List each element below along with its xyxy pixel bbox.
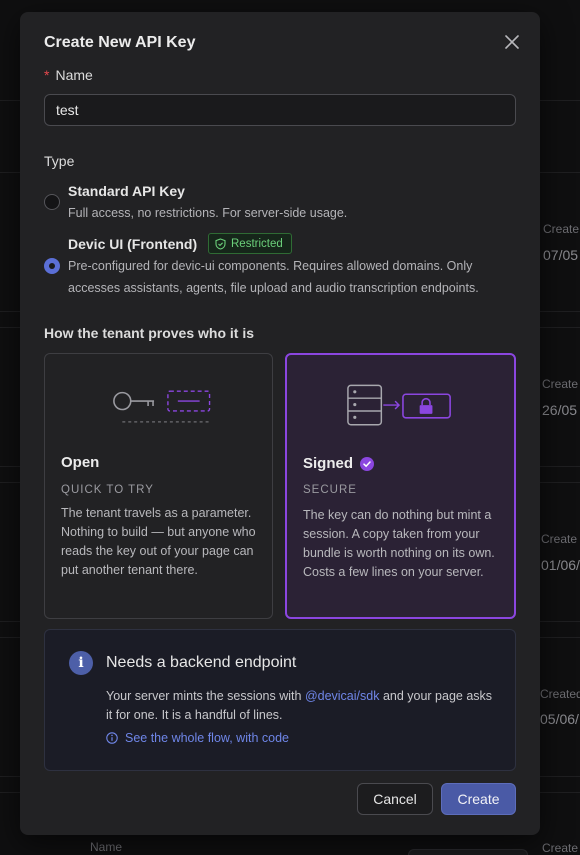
row-date: 01/06/	[541, 557, 580, 573]
card-subtitle-open: QUICK TO TRY	[61, 484, 154, 496]
column-header-name: Name	[90, 840, 123, 854]
column-header: Create	[543, 222, 580, 236]
notice-title: Needs a backend endpoint	[106, 654, 297, 671]
see-flow-link[interactable]: See the whole flow, with code	[106, 731, 289, 745]
proof-method-label: How the tenant proves who it is	[44, 325, 255, 341]
name-label: * Name	[44, 67, 93, 83]
badge-label: Restricted	[231, 237, 283, 250]
cancel-button[interactable]: Cancel	[357, 783, 433, 815]
row-date: 26/05	[542, 402, 578, 418]
option-desc-devic-ui-line2: accesses assistants, agents, file upload…	[68, 281, 479, 295]
see-flow-link-text: See the whole flow, with code	[125, 731, 289, 745]
card-description-open: The tenant travels as a parameter. Nothi…	[61, 506, 256, 577]
name-label-text: Name	[55, 67, 93, 83]
close-icon	[505, 35, 519, 49]
type-label: Type	[44, 153, 75, 169]
column-header: Created	[540, 687, 580, 701]
key-illustration-icon	[113, 390, 211, 423]
card-title-open: Open	[61, 454, 100, 471]
radio-standard-api-key[interactable]	[44, 194, 60, 210]
notice-body: Your server mints the sessions with @dev…	[106, 687, 496, 725]
modal-title: Create New API Key	[44, 34, 196, 51]
close-button[interactable]	[500, 30, 524, 54]
server-lock-illustration-icon	[347, 384, 451, 426]
name-input[interactable]	[44, 94, 516, 126]
create-button[interactable]: Create	[441, 783, 516, 815]
create-api-key-modal: Create New API Key * Name Type Standard A…	[20, 12, 540, 835]
row-date: 07/05	[543, 247, 579, 263]
option-title-devic-ui: Devic UI (Frontend)	[68, 236, 198, 252]
option-desc-devic-ui-line1: Pre-configured for devic-ui components. …	[68, 259, 473, 273]
card-title-signed-text: Signed	[303, 455, 354, 472]
background-control	[408, 849, 528, 855]
shield-icon	[215, 237, 226, 250]
info-icon: i	[69, 651, 93, 675]
notice-body-start: Your server mints the sessions with	[106, 689, 305, 703]
card-title-signed: Signed	[303, 455, 375, 472]
proof-card-open[interactable]: Open QUICK TO TRY The tenant travels as …	[44, 353, 273, 619]
card-description-signed: The key can do nothing but mint a sessio…	[303, 508, 495, 579]
required-mark: *	[44, 67, 50, 83]
backend-endpoint-notice: i Needs a backend endpoint Your server m…	[44, 629, 516, 771]
column-header: Create	[542, 841, 579, 855]
proof-card-signed[interactable]: Signed SECURE The key can do nothing but…	[285, 353, 516, 619]
column-header: Create	[541, 532, 578, 546]
option-title-standard: Standard API Key	[68, 183, 185, 199]
option-desc-standard: Full access, no restrictions. For server…	[68, 206, 348, 220]
check-circle-icon	[360, 456, 375, 471]
card-subtitle-signed: SECURE	[303, 484, 357, 496]
restricted-badge: Restricted	[208, 233, 292, 254]
info-outline-icon	[106, 732, 118, 744]
row-date: 05/06/	[540, 711, 579, 727]
radio-devic-ui-frontend[interactable]	[44, 258, 60, 274]
column-header: Create	[542, 377, 579, 391]
sdk-package-name: @devicai/sdk	[304, 689, 380, 703]
